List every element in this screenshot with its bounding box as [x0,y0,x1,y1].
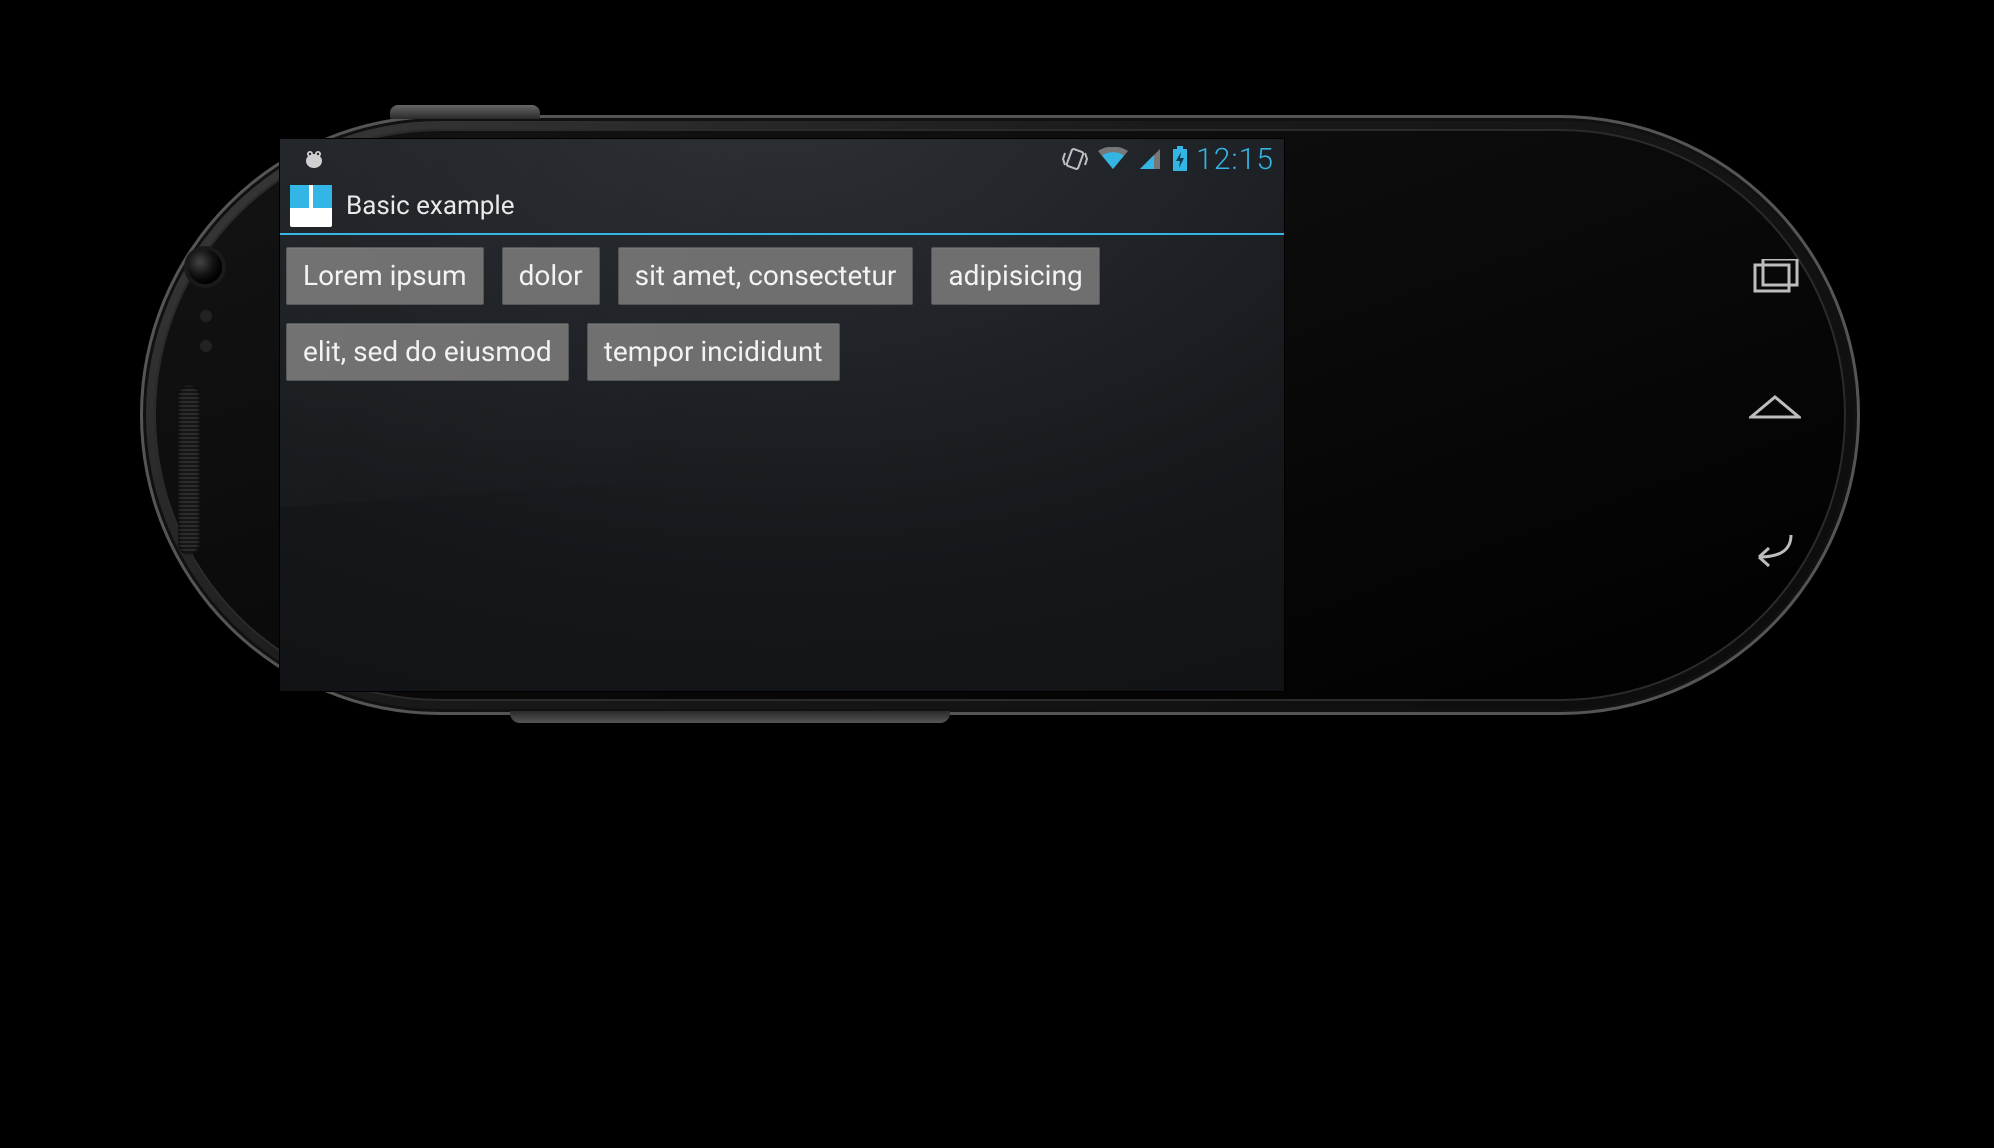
debug-icon [300,148,328,170]
status-bar: 12:15 [280,139,1284,179]
back-button[interactable] [1749,527,1801,571]
home-button[interactable] [1749,393,1801,437]
flow-layout-container: Lorem ipsum dolor sit amet, consectetur … [280,235,1284,393]
system-navbar [1730,115,1820,715]
recent-apps-button[interactable] [1749,259,1801,303]
chip-item[interactable]: adipisicing [931,247,1099,305]
wifi-icon [1098,147,1128,171]
chip-item[interactable]: Lorem ipsum [286,247,484,305]
earpiece-speaker [178,385,200,555]
device-screen: 12:15 Basic example Lorem ipsum dolor si… [280,139,1284,691]
proximity-sensor [200,310,212,322]
action-bar: Basic example [280,179,1284,235]
device-chin [510,711,950,723]
cell-signal-icon [1138,147,1162,171]
vibrate-icon [1062,147,1088,171]
device-frame: 12:15 Basic example Lorem ipsum dolor si… [140,115,1860,715]
light-sensor [200,340,212,352]
battery-charging-icon [1172,146,1188,172]
chip-item[interactable]: elit, sed do eiusmod [286,323,569,381]
chip-item[interactable]: tempor incididunt [587,323,840,381]
app-title: Basic example [346,191,514,221]
chip-item[interactable]: dolor [502,247,600,305]
power-button[interactable] [390,105,540,119]
status-clock: 12:15 [1196,142,1274,177]
front-camera [188,250,222,284]
app-icon[interactable] [290,185,332,227]
chip-item[interactable]: sit amet, consectetur [618,247,914,305]
